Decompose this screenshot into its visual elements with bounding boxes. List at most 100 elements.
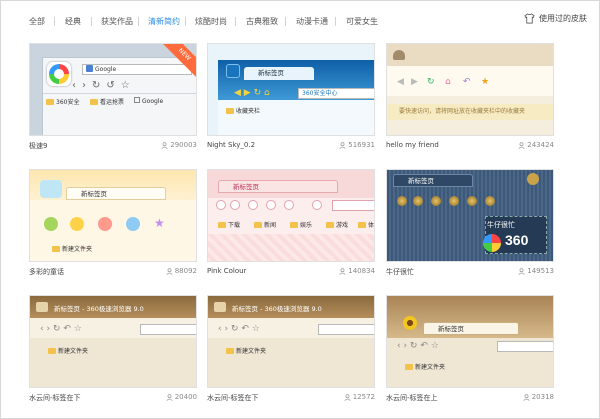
skin-name: 水云间-标签在上 [386, 394, 438, 402]
home-icon [449, 196, 459, 206]
nav-arrows-icon: ‹ › ↻ ↶ ☆ [218, 324, 260, 334]
skin-name: 水云间-标签在下 [207, 394, 259, 402]
logo-caption: 牛仔很忙 [487, 221, 515, 229]
address-bar [140, 324, 196, 335]
skin-preview: 新标签页 ◀ ▶ ↻ ⌂ 360安全中心 收藏夹栏 [207, 43, 375, 136]
star-icon: ★ [481, 77, 490, 87]
nav-divider [285, 17, 286, 26]
user-icon [161, 141, 168, 149]
logo-number: 360 [505, 232, 529, 248]
skin-preview: 新标签页 - 360极速浏览器 9.0 ‹ › ↻ ↶ ☆ 新建文件夹 [207, 295, 375, 388]
bookmark-item: 收藏夹栏 [226, 106, 260, 115]
back-icon: ◀ [397, 77, 404, 87]
home-icon [266, 200, 276, 210]
bookmark-item: 看运抢票 [90, 97, 124, 106]
back-icon [397, 196, 407, 206]
skin-card[interactable]: Google ‹›↻↺☆ 360安全 看运抢票 Google NEW 极速9 2… [29, 43, 197, 153]
nav-arrows-icon: ◀ ▶ ↻ ⌂ [234, 88, 270, 98]
window-title: 新标签页 - 360极速浏览器 9.0 [54, 305, 144, 313]
bookmark-hint: 要快速访问，请将网址放在收藏夹栏中的收藏夹 [387, 104, 553, 120]
tab-classical[interactable]: 古典雅致 [246, 16, 278, 27]
app-icon [47, 62, 71, 86]
window-title: 新标签页 - 360极速浏览器 9.0 [232, 305, 322, 313]
bookmark-item: 360安全 [46, 97, 79, 106]
sunflower-icon [403, 316, 417, 330]
address-text: Google [95, 66, 117, 73]
browser-tab: 新标签页 [393, 174, 473, 187]
star-icon: ★ [154, 216, 165, 230]
back-icon [216, 200, 226, 210]
nav-divider [91, 17, 92, 26]
user-count: 20400 [166, 393, 197, 401]
skin-card[interactable]: 新标签页 牛仔很忙 360 牛仔很忙 149513 [386, 169, 554, 279]
refresh-icon [248, 200, 258, 210]
app-icon [226, 64, 240, 78]
skin-preview: 新标签页 ‹ › ↻ ↶ ☆ 新建文件夹 [386, 295, 554, 388]
user-icon [518, 141, 525, 149]
tab-cute-girl[interactable]: 可爱女生 [346, 16, 378, 27]
user-count: 290003 [161, 141, 197, 149]
bookmark-item: 新建文件夹 [48, 346, 88, 355]
used-skins-link[interactable]: 使用过的皮肤 [524, 13, 587, 24]
tab-anime[interactable]: 动漫卡通 [296, 16, 328, 27]
user-count: 88092 [166, 267, 197, 275]
user-icon [166, 267, 173, 275]
skin-preview: Google ‹›↻↺☆ 360安全 看运抢票 Google NEW [29, 43, 197, 136]
user-icon [344, 393, 351, 401]
back-icon [44, 217, 58, 231]
tab-fresh-simple[interactable]: 清新简约 [148, 16, 180, 27]
skin-card[interactable]: 新标签页 下载 新闻 娱乐 游戏 体育 Pink Colour 140834 [207, 169, 375, 279]
home-icon: ⌂ [445, 77, 451, 87]
skin-card[interactable]: 新标签页 ◀ ▶ ↻ ⌂ 360安全中心 收藏夹栏 Night Sky_0.2 … [207, 43, 375, 153]
forward-icon [70, 217, 84, 231]
rivet-icon [527, 173, 539, 185]
bookmark-item: Google [134, 97, 163, 105]
star-icon [312, 200, 322, 210]
user-count: 12572 [344, 393, 375, 401]
nav-arrows-icon: ‹ › ↻ ↶ ☆ [40, 324, 82, 334]
skin-name: 极速9 [29, 142, 48, 150]
app-icon [40, 180, 62, 198]
skin-card[interactable]: 新标签页 ★ 新建文件夹 多彩的童话 88092 [29, 169, 197, 279]
category-nav: 全部 经典 获奖作品 清新简约 炫酷时尚 古典雅致 动漫卡通 可爱女生 使用过的… [0, 0, 600, 38]
forward-icon [230, 200, 240, 210]
skin-card[interactable]: 新标签页 ‹ › ↻ ↶ ☆ 新建文件夹 水云间-标签在上 20318 [386, 295, 554, 405]
browser-tab: 新标签页 [423, 322, 519, 335]
skin-preview: 新标签页 牛仔很忙 360 [386, 169, 554, 262]
address-bar [318, 324, 374, 335]
used-skins-label: 使用过的皮肤 [539, 14, 587, 23]
refresh-icon: ↻ [427, 77, 435, 87]
bookmark-item: 新建文件夹 [405, 362, 445, 371]
skin-card[interactable]: 新标签页 - 360极速浏览器 9.0 ‹ › ↻ ↶ ☆ 新建文件夹 水云间-… [207, 295, 375, 405]
app-icon [214, 302, 226, 312]
skin-card[interactable]: ◀ ▶ ↻ ⌂ ↶ ★ 要快速访问，请将网址放在收藏夹栏中的收藏夹 hello … [386, 43, 554, 153]
nav-arrows-icon: ‹ › ↻ ↶ ☆ [397, 341, 439, 351]
tab-cool[interactable]: 炫酷时尚 [195, 16, 227, 27]
user-icon [339, 267, 346, 275]
skin-preview: 新标签页 下载 新闻 娱乐 游戏 体育 [207, 169, 375, 262]
tab-award[interactable]: 获奖作品 [101, 16, 133, 27]
nav-divider [335, 17, 336, 26]
bookmark-item: 新建文件夹 [226, 346, 266, 355]
skin-name: 水云间-标签在下 [29, 394, 81, 402]
shirt-icon [524, 13, 535, 24]
bookmark-item: 新闻 [254, 220, 276, 229]
forward-icon [413, 196, 423, 206]
skin-name: hello my friend [386, 141, 439, 149]
nav-divider [235, 17, 236, 26]
skin-name: 牛仔很忙 [386, 268, 414, 276]
tab-classic[interactable]: 经典 [65, 16, 81, 27]
skin-name: Night Sky_0.2 [207, 141, 256, 149]
star-icon [485, 196, 495, 206]
skin-card[interactable]: 新标签页 - 360极速浏览器 9.0 ‹ › ↻ ↶ ☆ 新建文件夹 水云间-… [29, 295, 197, 405]
360-logo-icon [483, 234, 501, 252]
nav-divider [54, 17, 55, 26]
user-count: 20318 [523, 393, 554, 401]
browser-tab: 新标签页 [218, 180, 338, 193]
undo-icon: ↶ [463, 77, 471, 87]
user-icon [518, 267, 525, 275]
tab-all[interactable]: 全部 [29, 16, 45, 27]
user-count: 140834 [339, 267, 375, 275]
skin-preview: 新标签页 - 360极速浏览器 9.0 ‹ › ↻ ↶ ☆ 新建文件夹 [29, 295, 197, 388]
deer-icon [393, 50, 405, 60]
